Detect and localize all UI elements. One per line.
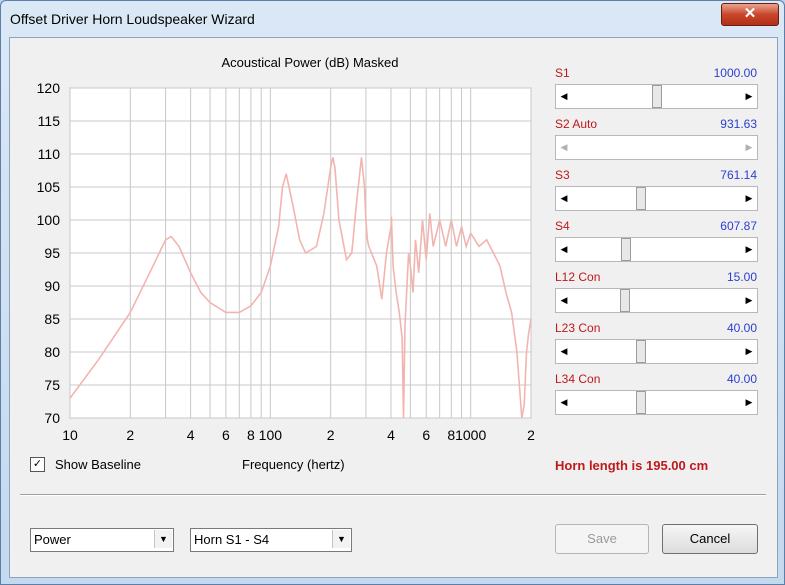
arrow-left-icon[interactable]: ◀ <box>556 136 572 159</box>
chevron-down-icon[interactable]: ▼ <box>154 530 172 548</box>
arrow-right-icon[interactable]: ▶ <box>741 340 757 363</box>
slider-label: L23 Con <box>555 321 601 335</box>
arrow-right-icon[interactable]: ▶ <box>741 238 757 261</box>
y-tick-label: 95 <box>44 245 60 261</box>
horn-length-text: Horn length is 195.00 cm <box>555 458 709 473</box>
arrow-left-icon[interactable]: ◀ <box>556 340 572 363</box>
slider-thumb[interactable] <box>652 85 662 108</box>
x-tick-label: 2 <box>327 427 335 443</box>
arrow-left-icon[interactable]: ◀ <box>556 289 572 312</box>
y-tick-label: 115 <box>38 113 61 129</box>
arrow-right-icon[interactable]: ▶ <box>741 289 757 312</box>
x-tick-label: 4 <box>387 427 395 443</box>
slider-value: 40.00 <box>726 321 757 335</box>
x-tick-label: 4 <box>187 427 195 443</box>
x-tick-label: 2 <box>527 427 535 443</box>
mode-dropdown[interactable]: Power ▼ <box>30 528 174 552</box>
slider-value: 761.14 <box>720 168 757 182</box>
separator <box>20 494 766 496</box>
arrow-left-icon[interactable]: ◀ <box>556 85 572 108</box>
slider-label: S3 <box>555 168 570 182</box>
y-tick-label: 85 <box>44 311 60 327</box>
slider-scrollbar[interactable]: ◀ ▶ <box>555 237 758 262</box>
arrow-right-icon[interactable]: ▶ <box>741 187 757 210</box>
x-tick-label: 1000 <box>455 427 486 443</box>
y-tick-label: 110 <box>38 146 61 162</box>
slider-value: 40.00 <box>726 372 757 386</box>
slider-value: 931.63 <box>720 117 757 131</box>
range-dropdown-value: Horn S1 - S4 <box>194 532 270 547</box>
y-tick-label: 80 <box>44 344 60 360</box>
show-baseline-checkbox[interactable]: ✓ <box>30 457 45 472</box>
arrow-left-icon[interactable]: ◀ <box>556 238 572 261</box>
show-baseline-label[interactable]: Show Baseline <box>55 457 141 472</box>
y-tick-label: 75 <box>44 377 60 393</box>
slider-scrollbar[interactable]: ◀ ▶ <box>555 288 758 313</box>
slider-scrollbar[interactable]: ◀ ▶ <box>555 339 758 364</box>
slider-scrollbar[interactable]: ◀ ▶ <box>555 84 758 109</box>
x-tick-label: 2 <box>126 427 134 443</box>
dialog-body: Acoustical Power (dB) Masked 120 115 110 10… <box>9 37 778 578</box>
window-title: Offset Driver Horn Loudspeaker Wizard <box>10 11 255 27</box>
slider-thumb[interactable] <box>621 238 631 261</box>
y-tick-label: 100 <box>37 212 61 228</box>
x-tick-label: 10 <box>62 427 78 443</box>
y-tick-label: 70 <box>44 410 60 426</box>
slider-label: L34 Con <box>555 372 601 386</box>
title-bar: Offset Driver Horn Loudspeaker Wizard ✕ <box>1 1 784 37</box>
x-tick-label: 6 <box>422 427 430 443</box>
slider-label: L12 Con <box>555 270 601 284</box>
y-tick-label: 105 <box>37 179 61 195</box>
mode-dropdown-value: Power <box>34 532 71 547</box>
slider-scrollbar[interactable]: ◀ ▶ <box>555 186 758 211</box>
chevron-down-icon[interactable]: ▼ <box>332 530 350 548</box>
x-axis-label: Frequency (hertz) <box>242 457 345 472</box>
range-dropdown[interactable]: Horn S1 - S4 ▼ <box>190 528 352 552</box>
arrow-right-icon[interactable]: ▶ <box>741 136 757 159</box>
slider-label: S1 <box>555 66 570 80</box>
slider-label: S4 <box>555 219 570 233</box>
slider-thumb[interactable] <box>636 391 646 414</box>
slider-scrollbar[interactable]: ◀ ▶ <box>555 135 758 160</box>
x-tick-label: 8 <box>247 427 255 443</box>
dialog-window: Offset Driver Horn Loudspeaker Wizard ✕ … <box>0 0 785 585</box>
slider-scrollbar[interactable]: ◀ ▶ <box>555 390 758 415</box>
slider-thumb[interactable] <box>636 340 646 363</box>
x-tick-label: 6 <box>222 427 230 443</box>
arrow-right-icon[interactable]: ▶ <box>741 391 757 414</box>
slider-thumb[interactable] <box>620 289 630 312</box>
cancel-button[interactable]: Cancel <box>662 524 758 554</box>
close-button[interactable]: ✕ <box>721 3 779 26</box>
acoustical-power-chart: 12011511010510095908580757010 2 4 6 8 100 2 4 6 8… <box>37 80 535 443</box>
y-tick-label: 90 <box>44 278 60 294</box>
slider-value: 15.00 <box>726 270 757 284</box>
slider-value: 1000.00 <box>713 66 757 80</box>
slider-thumb[interactable] <box>636 187 646 210</box>
y-tick-label: 120 <box>37 80 61 96</box>
slider-value: 607.87 <box>720 219 757 233</box>
arrow-right-icon[interactable]: ▶ <box>741 85 757 108</box>
arrow-left-icon[interactable]: ◀ <box>556 187 572 210</box>
arrow-left-icon[interactable]: ◀ <box>556 391 572 414</box>
x-tick-label: 100 <box>259 427 283 443</box>
save-button[interactable]: Save <box>555 524 649 554</box>
slider-label: S2 Auto <box>555 117 598 131</box>
chart-title: Acoustical Power (dB) Masked <box>221 55 399 70</box>
